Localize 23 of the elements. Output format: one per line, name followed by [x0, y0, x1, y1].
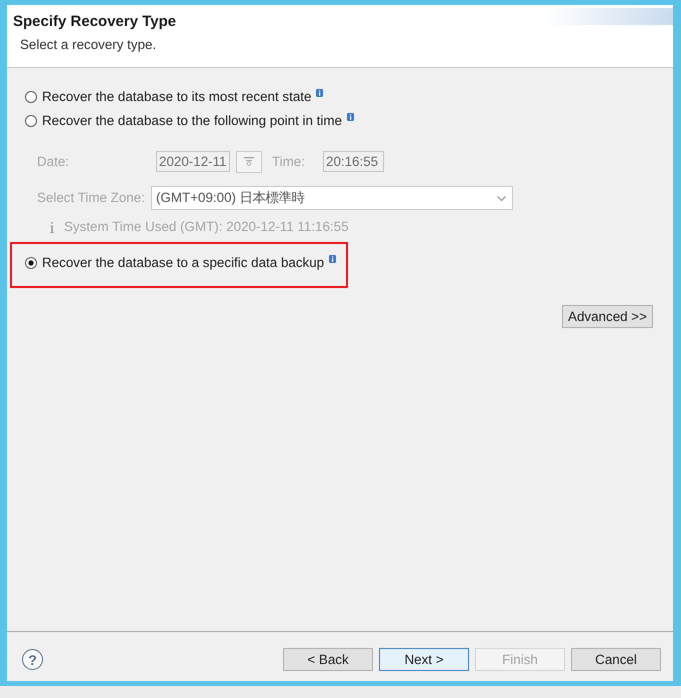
option-label[interactable]: Recover the database to a specific data backup: [42, 255, 324, 271]
calendar-icon: [244, 157, 254, 166]
timezone-label: Select Time Zone:: [37, 190, 146, 206]
help-button[interactable]: ?: [22, 649, 43, 670]
wizard-button[interactable]: Next >: [379, 648, 469, 671]
note-text: System Time Used (GMT): 2020-12-11 11:16:55: [64, 219, 349, 235]
info-icon: [50, 222, 54, 232]
radio-button[interactable]: [25, 115, 37, 127]
radio-button[interactable]: [25, 91, 37, 103]
date-label: Date:: [37, 154, 70, 170]
info-icon: [316, 88, 324, 96]
wizard-subtitle: Select a recovery type.: [20, 37, 158, 53]
wizard-button[interactable]: Cancel: [571, 648, 661, 671]
option-label[interactable]: Recover the database to the following point in time: [42, 113, 342, 129]
wizard-title: Specify Recovery Type: [13, 13, 176, 31]
option-label[interactable]: Recover the database to its most recent state: [42, 89, 312, 105]
advanced-button[interactable]: Advanced >>: [562, 305, 653, 328]
wizard-button[interactable]: < Back: [283, 648, 373, 671]
info-icon: [329, 254, 336, 262]
chevron-down-icon: [497, 196, 506, 200]
radio-button[interactable]: [25, 257, 37, 269]
info-icon: [346, 112, 354, 120]
time-label: Time:: [272, 154, 306, 170]
